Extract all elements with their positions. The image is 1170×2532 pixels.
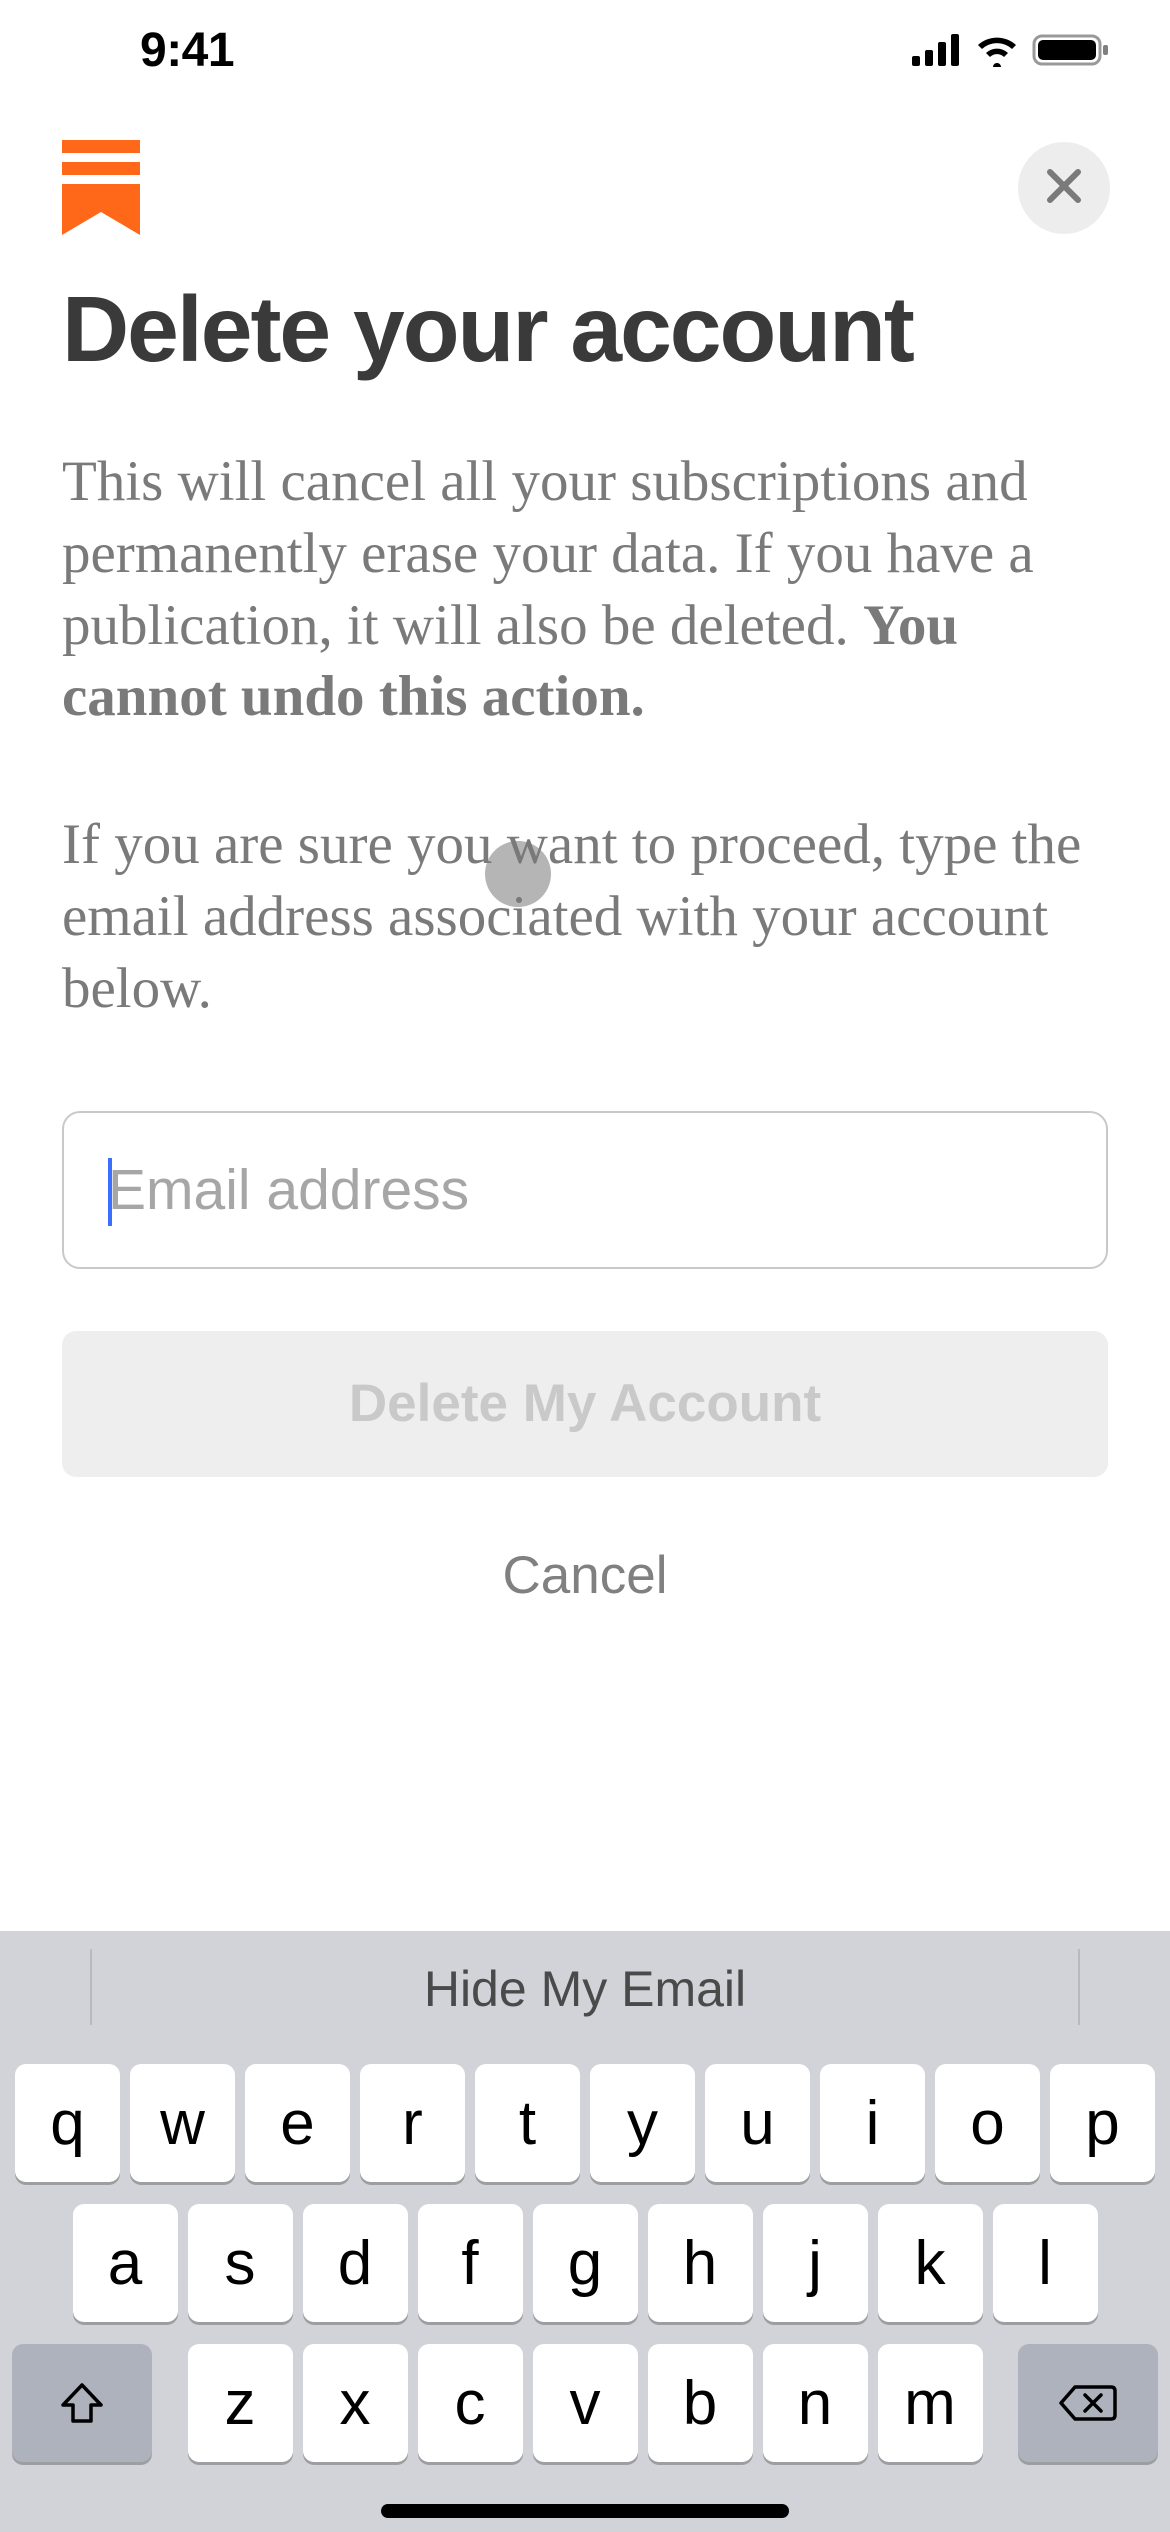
keyboard-row-1: q w e r t y u i o p — [10, 2064, 1160, 2182]
delete-account-button[interactable]: Delete My Account — [62, 1331, 1108, 1477]
shift-icon — [59, 2381, 105, 2425]
key-b[interactable]: b — [648, 2344, 753, 2462]
email-input[interactable]: Email address — [62, 1111, 1108, 1269]
status-bar: 9:41 — [0, 0, 1170, 100]
status-time: 9:41 — [140, 23, 234, 78]
key-m[interactable]: m — [878, 2344, 983, 2462]
key-j[interactable]: j — [763, 2204, 868, 2322]
key-f[interactable]: f — [418, 2204, 523, 2322]
key-x[interactable]: x — [303, 2344, 408, 2462]
page-title: Delete your account — [62, 283, 1108, 376]
key-n[interactable]: n — [763, 2344, 868, 2462]
key-s[interactable]: s — [188, 2204, 293, 2322]
key-q[interactable]: q — [15, 2064, 120, 2182]
key-z[interactable]: z — [188, 2344, 293, 2462]
key-l[interactable]: l — [993, 2204, 1098, 2322]
key-o[interactable]: o — [935, 2064, 1040, 2182]
key-w[interactable]: w — [130, 2064, 235, 2182]
key-p[interactable]: p — [1050, 2064, 1155, 2182]
cancel-button[interactable]: Cancel — [62, 1545, 1108, 1606]
key-backspace[interactable] — [1018, 2344, 1158, 2462]
keyboard-suggestion-bar[interactable]: Hide My Email — [0, 1931, 1170, 2046]
key-v[interactable]: v — [533, 2344, 638, 2462]
backspace-icon — [1059, 2383, 1117, 2423]
email-placeholder: Email address — [108, 1157, 469, 1223]
page-header — [0, 100, 1170, 265]
key-h[interactable]: h — [648, 2204, 753, 2322]
key-y[interactable]: y — [590, 2064, 695, 2182]
key-c[interactable]: c — [418, 2344, 523, 2462]
key-e[interactable]: e — [245, 2064, 350, 2182]
key-r[interactable]: r — [360, 2064, 465, 2182]
battery-icon — [1032, 32, 1110, 68]
key-a[interactable]: a — [73, 2204, 178, 2322]
instruction-paragraph: If you are sure you want to proceed, typ… — [62, 809, 1108, 1024]
key-g[interactable]: g — [533, 2204, 638, 2322]
status-icons — [912, 32, 1110, 68]
key-i[interactable]: i — [820, 2064, 925, 2182]
keyboard-row-2: a s d f g h j k l — [10, 2204, 1160, 2322]
keyboard-row-3: z x c v b n m — [10, 2344, 1160, 2462]
key-u[interactable]: u — [705, 2064, 810, 2182]
close-button[interactable] — [1018, 142, 1110, 234]
content-area: Delete your account This will cancel all… — [0, 265, 1170, 1606]
key-k[interactable]: k — [878, 2204, 983, 2322]
hide-my-email-suggestion: Hide My Email — [424, 1960, 746, 2018]
substack-logo-icon[interactable] — [62, 140, 140, 235]
key-d[interactable]: d — [303, 2204, 408, 2322]
close-icon — [1046, 168, 1082, 209]
key-shift[interactable] — [12, 2344, 152, 2462]
cancel-button-label: Cancel — [503, 1545, 668, 1606]
home-indicator[interactable] — [381, 2504, 789, 2518]
wifi-icon — [974, 33, 1020, 67]
keyboard: Hide My Email q w e r t y u i o p a s d … — [0, 1931, 1170, 2532]
key-t[interactable]: t — [475, 2064, 580, 2182]
delete-button-label: Delete My Account — [349, 1373, 821, 1434]
warning-paragraph-1: This will cancel all your subscriptions … — [62, 446, 1108, 733]
cellular-signal-icon — [912, 34, 962, 66]
